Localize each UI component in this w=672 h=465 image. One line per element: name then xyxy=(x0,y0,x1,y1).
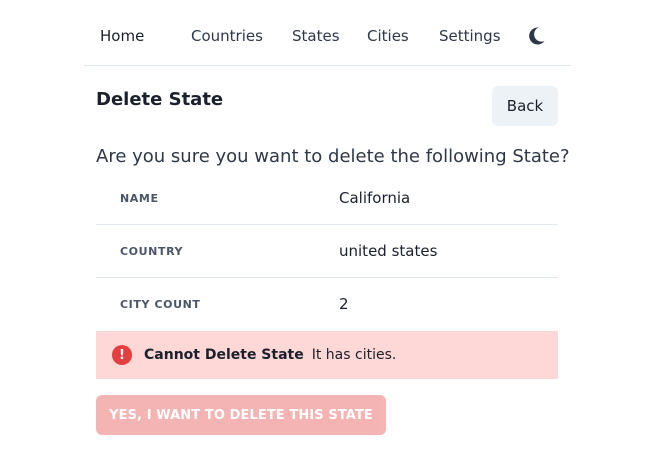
detail-label: NAME xyxy=(120,192,159,205)
detail-row-city-count: CITY COUNT 2 xyxy=(96,278,558,331)
confirm-delete-button[interactable]: YES, I WANT TO DELETE THIS STATE xyxy=(96,395,386,435)
error-alert: ! Cannot Delete State It has cities. xyxy=(96,331,558,379)
detail-value: 2 xyxy=(339,295,349,313)
alert-description: It has cities. xyxy=(311,347,397,363)
alert-title: Cannot Delete State xyxy=(144,347,304,363)
page-title: Delete State xyxy=(96,89,224,110)
moon-icon[interactable] xyxy=(525,25,547,47)
nav-item-states[interactable]: States xyxy=(292,26,340,46)
back-button[interactable]: Back xyxy=(492,86,558,126)
exclamation-circle-icon: ! xyxy=(112,345,132,365)
detail-value: united states xyxy=(339,242,438,260)
detail-label: CITY COUNT xyxy=(120,298,201,311)
confirmation-question: Are you sure you want to delete the foll… xyxy=(96,146,570,167)
nav-item-settings[interactable]: Settings xyxy=(439,26,501,46)
top-nav: Home Countries States Cities Settings xyxy=(84,0,571,66)
detail-value: California xyxy=(339,189,411,207)
detail-label: COUNTRY xyxy=(120,245,184,258)
nav-item-home[interactable]: Home xyxy=(100,26,144,46)
details-table: NAME California COUNTRY united states CI… xyxy=(96,172,558,331)
detail-row-country: COUNTRY united states xyxy=(96,225,558,278)
detail-row-name: NAME California xyxy=(96,172,558,225)
nav-item-cities[interactable]: Cities xyxy=(367,26,409,46)
nav-item-countries[interactable]: Countries xyxy=(191,26,263,46)
